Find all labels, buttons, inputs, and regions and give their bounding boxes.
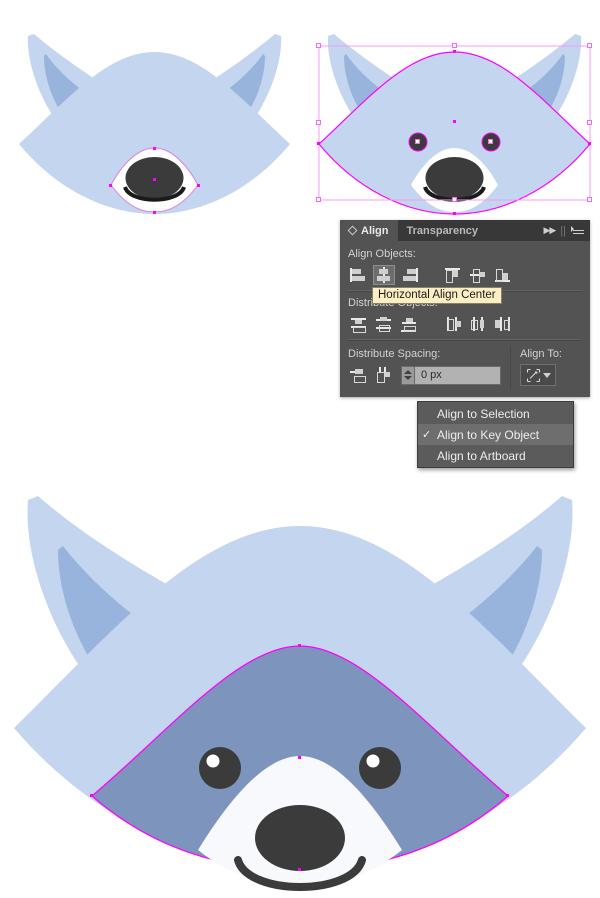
eye-anchor-right[interactable] <box>488 139 493 144</box>
menu-item-align-to-key-object[interactable]: ✓ Align to Key Object <box>418 424 573 445</box>
vertical-distribute-bottom-button[interactable] <box>398 314 420 334</box>
tabbar-filler <box>487 220 543 241</box>
tooltip-text: Horizontal Align Center <box>378 289 496 301</box>
horizontal-distribute-center-button[interactable] <box>467 314 489 334</box>
align-to-dropdown-button[interactable] <box>520 364 556 386</box>
horizontal-align-center-button[interactable] <box>373 265 395 285</box>
path-anchor-point[interactable] <box>153 147 156 150</box>
raccoon-large-bottom[interactable] <box>8 478 592 893</box>
distribute-spacing-label: Distribute Spacing: <box>348 348 441 360</box>
align-to-label: Align To: <box>520 348 562 360</box>
path-anchor-point[interactable] <box>298 644 301 647</box>
vertical-distribute-top-button[interactable] <box>348 314 370 334</box>
panel-tab-bar: Align Transparency ▶▶ || <box>340 220 590 241</box>
panel-header-controls: ▶▶ || <box>543 220 590 241</box>
bbox-handle-top-right[interactable] <box>587 43 592 48</box>
spacing-and-alignto-row: Distribute Spacing: 0 px Align To: <box>348 346 582 389</box>
raccoon-artwork-1 <box>19 34 290 214</box>
path-anchor-point[interactable] <box>197 184 200 187</box>
align-objects-label: Align Objects: <box>348 248 416 260</box>
panel-menu-icon[interactable] <box>571 226 584 235</box>
vertical-align-top-button[interactable] <box>442 265 464 285</box>
distribute-objects-buttons <box>348 313 582 335</box>
chevron-down-icon[interactable] <box>542 372 551 378</box>
bbox-handle-bottom-right[interactable] <box>587 197 592 202</box>
align-panel-body: Align Objects: Distribute Spacing: 0 px … <box>340 241 590 397</box>
path-anchor-point[interactable] <box>453 50 456 53</box>
menu-item-align-to-artboard[interactable]: Align to Artboard <box>418 445 573 466</box>
divider: || <box>560 224 566 237</box>
raccoon-artwork-3 <box>14 496 586 891</box>
raccoon-top-right[interactable] <box>312 22 597 217</box>
horizontal-align-left-button[interactable] <box>348 265 370 285</box>
tab-transparency[interactable]: Transparency <box>398 220 488 241</box>
bbox-handle-top-left[interactable] <box>316 43 321 48</box>
tab-transparency-label: Transparency <box>406 224 479 237</box>
vertical-distribute-center-button[interactable] <box>373 314 395 334</box>
bbox-handle-bottom-center[interactable] <box>452 197 457 202</box>
horizontal-distribute-space-button[interactable] <box>373 365 395 385</box>
bbox-handle-bottom-left[interactable] <box>316 197 321 202</box>
path-anchor-point[interactable] <box>298 868 301 871</box>
distribute-spacing-controls: 0 px <box>348 364 510 386</box>
check-icon: ✓ <box>422 429 432 441</box>
menu-item-label: Align to Selection <box>437 406 530 421</box>
path-center-point <box>298 756 301 759</box>
align-panel[interactable]: Align Transparency ▶▶ || Align Objects: <box>340 220 590 397</box>
path-anchor-point[interactable] <box>588 142 591 145</box>
path-anchor-point[interactable] <box>317 142 320 145</box>
spacing-stepper[interactable] <box>401 365 415 385</box>
tooltip-horizontal-align-center: Horizontal Align Center <box>372 287 502 304</box>
path-center-point <box>153 178 156 181</box>
double-chevron-icon[interactable]: ▶▶ <box>543 225 556 236</box>
tab-align-label: Align <box>361 224 389 237</box>
path-anchor-point[interactable] <box>453 212 456 215</box>
bbox-handle-top-center[interactable] <box>452 43 457 48</box>
menu-item-label: Align to Artboard <box>437 448 526 463</box>
menu-item-label: Align to Key Object <box>437 427 540 442</box>
distribute-spacing-group: Distribute Spacing: 0 px <box>348 346 510 389</box>
path-anchor-point[interactable] <box>90 794 93 797</box>
horizontal-align-right-button[interactable] <box>398 265 420 285</box>
tab-align[interactable]: Align <box>340 220 398 241</box>
path-anchor-point[interactable] <box>506 794 509 797</box>
selection-center-point <box>453 120 456 123</box>
raccoon-top-left[interactable] <box>12 22 297 217</box>
spacing-value-field-wrap[interactable]: 0 px <box>401 365 501 385</box>
spacing-value-input[interactable]: 0 px <box>415 365 501 385</box>
align-to-key-object-icon <box>526 368 540 382</box>
vertical-distribute-space-button[interactable] <box>348 365 370 385</box>
path-anchor-point[interactable] <box>109 184 112 187</box>
divider-2 <box>348 339 582 341</box>
align-to-dropdown-menu[interactable]: Align to Selection ✓ Align to Key Object… <box>417 401 574 468</box>
align-to-group: Align To: <box>510 346 582 389</box>
panel-collapse-diamond-icon[interactable] <box>347 225 358 236</box>
menu-item-align-to-selection[interactable]: Align to Selection <box>418 403 573 424</box>
vertical-align-bottom-button[interactable] <box>492 265 514 285</box>
bbox-handle-middle-left[interactable] <box>316 120 321 125</box>
vertical-align-center-button[interactable] <box>467 265 489 285</box>
horizontal-distribute-right-button[interactable] <box>492 314 514 334</box>
horizontal-distribute-left-button[interactable] <box>442 314 464 334</box>
align-objects-buttons <box>348 264 582 286</box>
bbox-handle-middle-right[interactable] <box>587 120 592 125</box>
path-anchor-point[interactable] <box>153 211 156 214</box>
eye-anchor-left[interactable] <box>415 139 420 144</box>
